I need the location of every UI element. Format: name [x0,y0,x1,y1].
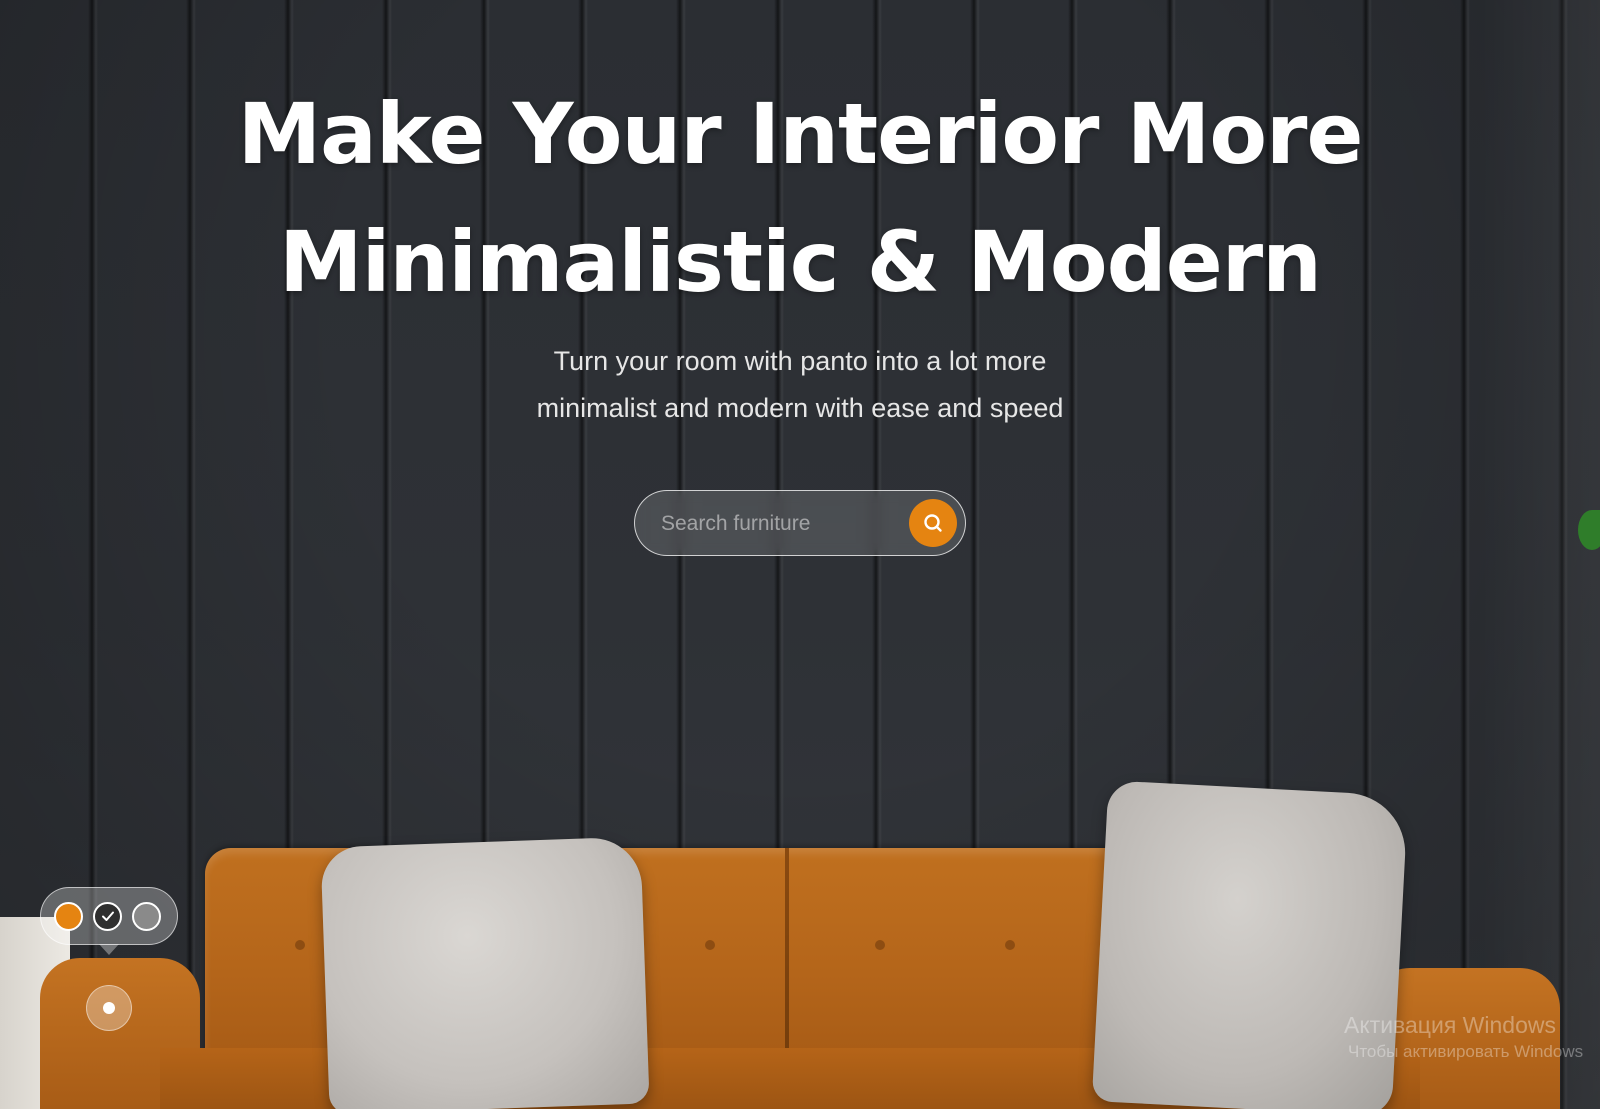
hero-subtitle: Turn your room with panto into a lot mor… [0,338,1600,432]
hero-subtitle-line2: minimalist and modern with ease and spee… [536,393,1064,423]
hero-title: Make Your Interior More Minimalistic & M… [0,70,1600,326]
color-swatch-dark[interactable] [93,901,122,931]
sofa-tuft [1005,940,1015,950]
hero-title-line2: Minimalistic & Modern [279,213,1322,311]
pillow-left [320,836,650,1109]
color-swatch-orange[interactable] [54,901,83,931]
color-swatch-gray[interactable] [132,901,161,931]
hero-subtitle-line1: Turn your room with panto into a lot mor… [553,346,1047,376]
search-icon [922,512,944,534]
sofa-tuft [705,940,715,950]
check-icon [100,908,116,924]
search-button[interactable] [909,499,957,547]
watermark-title: Активация Windows [1344,1012,1556,1038]
search-bar [634,490,966,556]
search-input[interactable] [659,503,883,545]
sofa-image [40,780,1560,1109]
plant-leaf [1578,510,1600,550]
sofa-tuft [295,940,305,950]
windows-activation-watermark: Активация Windows Чтобы активировать Win… [1344,1010,1600,1064]
dot-icon [103,1002,115,1014]
hero-section: Make Your Interior More Minimalistic & M… [0,0,1600,1109]
sofa-tuft [875,940,885,950]
hero-title-line1: Make Your Interior More [237,85,1364,183]
product-hotspot[interactable] [86,985,132,1031]
color-picker [40,887,178,955]
watermark-subtitle: Чтобы активировать Windows [1348,1042,1584,1061]
